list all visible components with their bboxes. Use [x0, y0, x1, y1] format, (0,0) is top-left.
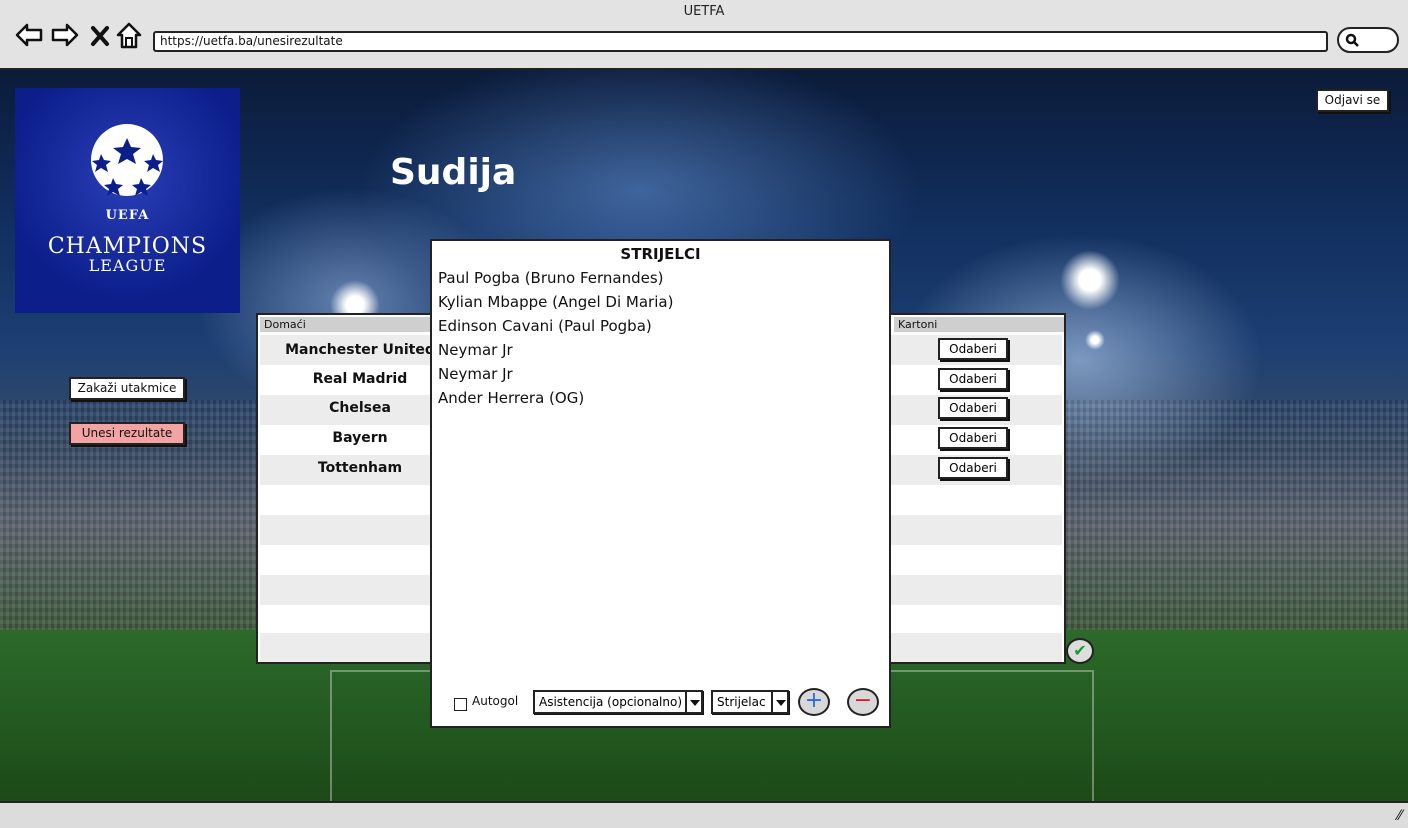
logo-uefa-text: UEFA: [105, 208, 150, 223]
add-scorer-button[interactable]: +: [798, 688, 830, 716]
autogol-label: Autogol: [472, 694, 519, 708]
scorer-list-item[interactable]: Neymar Jr: [438, 365, 513, 383]
champions-league-logo: UEFA CHAMPIONS LEAGUE: [15, 88, 240, 313]
scorer-list-item[interactable]: Paul Pogba (Bruno Fernandes): [438, 269, 664, 287]
stadium-light: [1085, 330, 1105, 350]
plus-icon: +: [804, 688, 824, 713]
select-cards-button[interactable]: Odaberi: [938, 427, 1008, 449]
remove-scorer-button[interactable]: −: [847, 688, 879, 716]
forward-arrow-icon[interactable]: [50, 20, 80, 50]
minus-icon: −: [853, 688, 873, 713]
browser-search-field[interactable]: [1337, 27, 1399, 53]
select-cards-button[interactable]: Odaberi: [938, 397, 1008, 419]
autogol-checkbox[interactable]: [454, 698, 467, 711]
assist-select-value: Asistencija (opcionalno): [539, 695, 683, 709]
chevron-down-icon: [685, 692, 701, 712]
back-arrow-icon[interactable]: [14, 20, 44, 50]
select-cards-button[interactable]: Odaberi: [938, 338, 1008, 360]
browser-chrome: UETFA https://uetfa.ba/unesirezultate: [0, 0, 1408, 70]
browser-status-bar: ⁄⁄: [0, 801, 1408, 828]
scorer-select-value: Strijelac: [717, 695, 766, 709]
chevron-down-icon: [771, 692, 787, 712]
scorer-list-item[interactable]: Kylian Mbappe (Angel Di Maria): [438, 293, 673, 311]
column-header-cards: Kartoni: [894, 317, 1064, 332]
resize-grip-icon[interactable]: ⁄⁄: [1397, 808, 1402, 824]
logout-button[interactable]: Odjavi se: [1316, 89, 1389, 112]
page-title: Sudija: [390, 152, 517, 193]
scorers-dialog: STRIJELCI Paul Pogba (Bruno Fernandes) K…: [430, 239, 891, 728]
window-title: UETFA: [683, 4, 725, 19]
confirm-check-icon[interactable]: ✔: [1066, 638, 1094, 664]
scorer-list-item[interactable]: Ander Herrera (OG): [438, 389, 584, 407]
scorer-select[interactable]: Strijelac: [711, 690, 789, 714]
select-cards-button[interactable]: Odaberi: [938, 457, 1008, 479]
assist-select[interactable]: Asistencija (opcionalno): [533, 690, 703, 714]
column-header-home: Domaći: [260, 317, 435, 332]
select-cards-button[interactable]: Odaberi: [938, 368, 1008, 390]
enter-results-button[interactable]: Unesi rezultate: [69, 422, 185, 445]
scorer-list-item[interactable]: Neymar Jr: [438, 341, 513, 359]
scorer-list-item[interactable]: Edinson Cavani (Paul Pogba): [438, 317, 652, 335]
dialog-title: STRIJELCI: [620, 245, 701, 263]
search-icon: [1345, 33, 1359, 47]
url-bar[interactable]: https://uetfa.ba/unesirezultate: [153, 31, 1328, 52]
logo-text-league: LEAGUE: [88, 256, 167, 275]
schedule-matches-button[interactable]: Zakaži utakmice: [69, 377, 185, 400]
home-icon[interactable]: [114, 20, 144, 50]
stadium-light: [1060, 250, 1120, 310]
